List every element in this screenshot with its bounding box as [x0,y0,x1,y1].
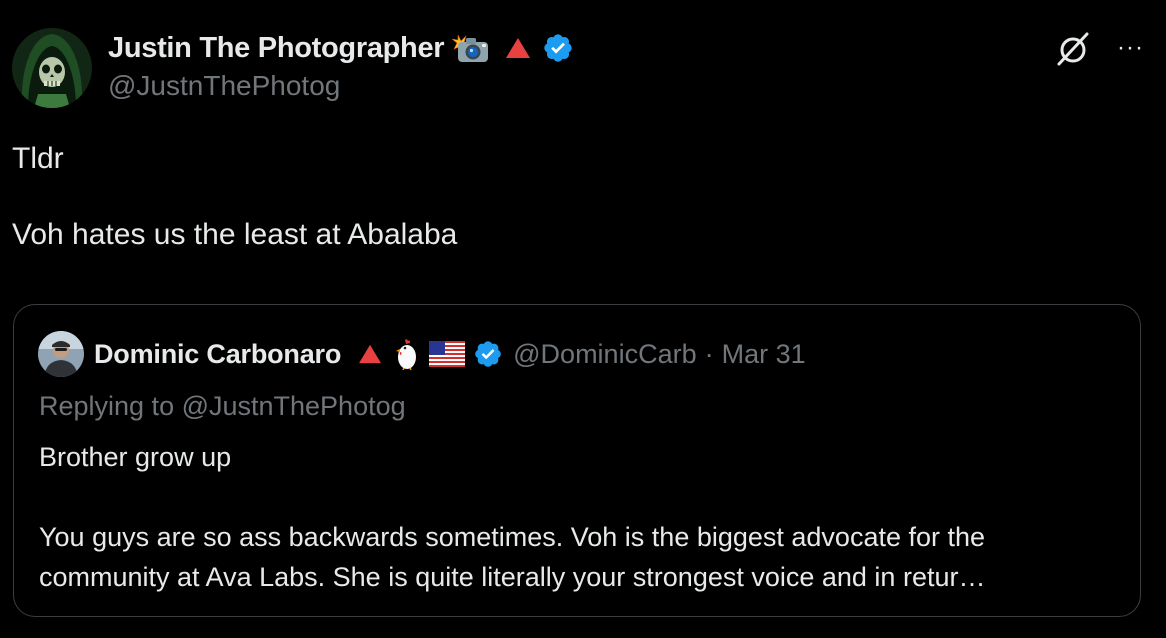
verified-icon[interactable] [473,339,503,369]
tweet-body-text: Tldr Voh hates us the least at Abalaba [12,142,458,251]
quoted-author-display-name[interactable]: Dominic Carbonaro [94,339,341,370]
quoted-tweet-body-text: Brother grow up You guys are so ass back… [39,442,986,592]
red-triangle-icon [357,343,383,365]
author-display-name[interactable]: Justin The Photographer [108,32,445,65]
camera-flash-icon [452,32,490,64]
quoted-tweet-header: Dominic Carbonaro @DominicCarb · Mar 31 [38,331,806,377]
separator-dot: · [704,338,714,369]
red-triangle-icon [504,36,532,60]
author-handle[interactable]: @JustnThePhotog [108,70,1166,102]
grok-icon[interactable] [1055,30,1091,73]
more-options-button[interactable]: ··· [1117,35,1144,60]
quoted-tweet-date[interactable]: Mar 31 [722,339,806,370]
quoted-author-handle[interactable]: @DominicCarb [513,339,696,370]
tweet-header: Justin The Photographer @JustnThePhotog [108,28,1166,102]
quoted-tweet-card[interactable]: Dominic Carbonaro @DominicCarb · Mar 31 … [13,304,1141,617]
replying-to-text: Replying to @JustnThePhotog [39,391,406,421]
tweet: Justin The Photographer @JustnThePhotog … [0,0,1166,638]
author-avatar[interactable] [12,28,92,108]
chicken-icon [395,338,419,370]
tweet-top-actions: ··· [1055,30,1144,73]
verified-icon[interactable] [542,32,574,64]
person-avatar-icon [38,331,84,377]
author-name-row: Justin The Photographer [108,28,1166,68]
hooded-skull-avatar-icon [12,28,92,108]
us-flag-icon [429,341,466,367]
quoted-author-avatar[interactable] [38,331,84,377]
